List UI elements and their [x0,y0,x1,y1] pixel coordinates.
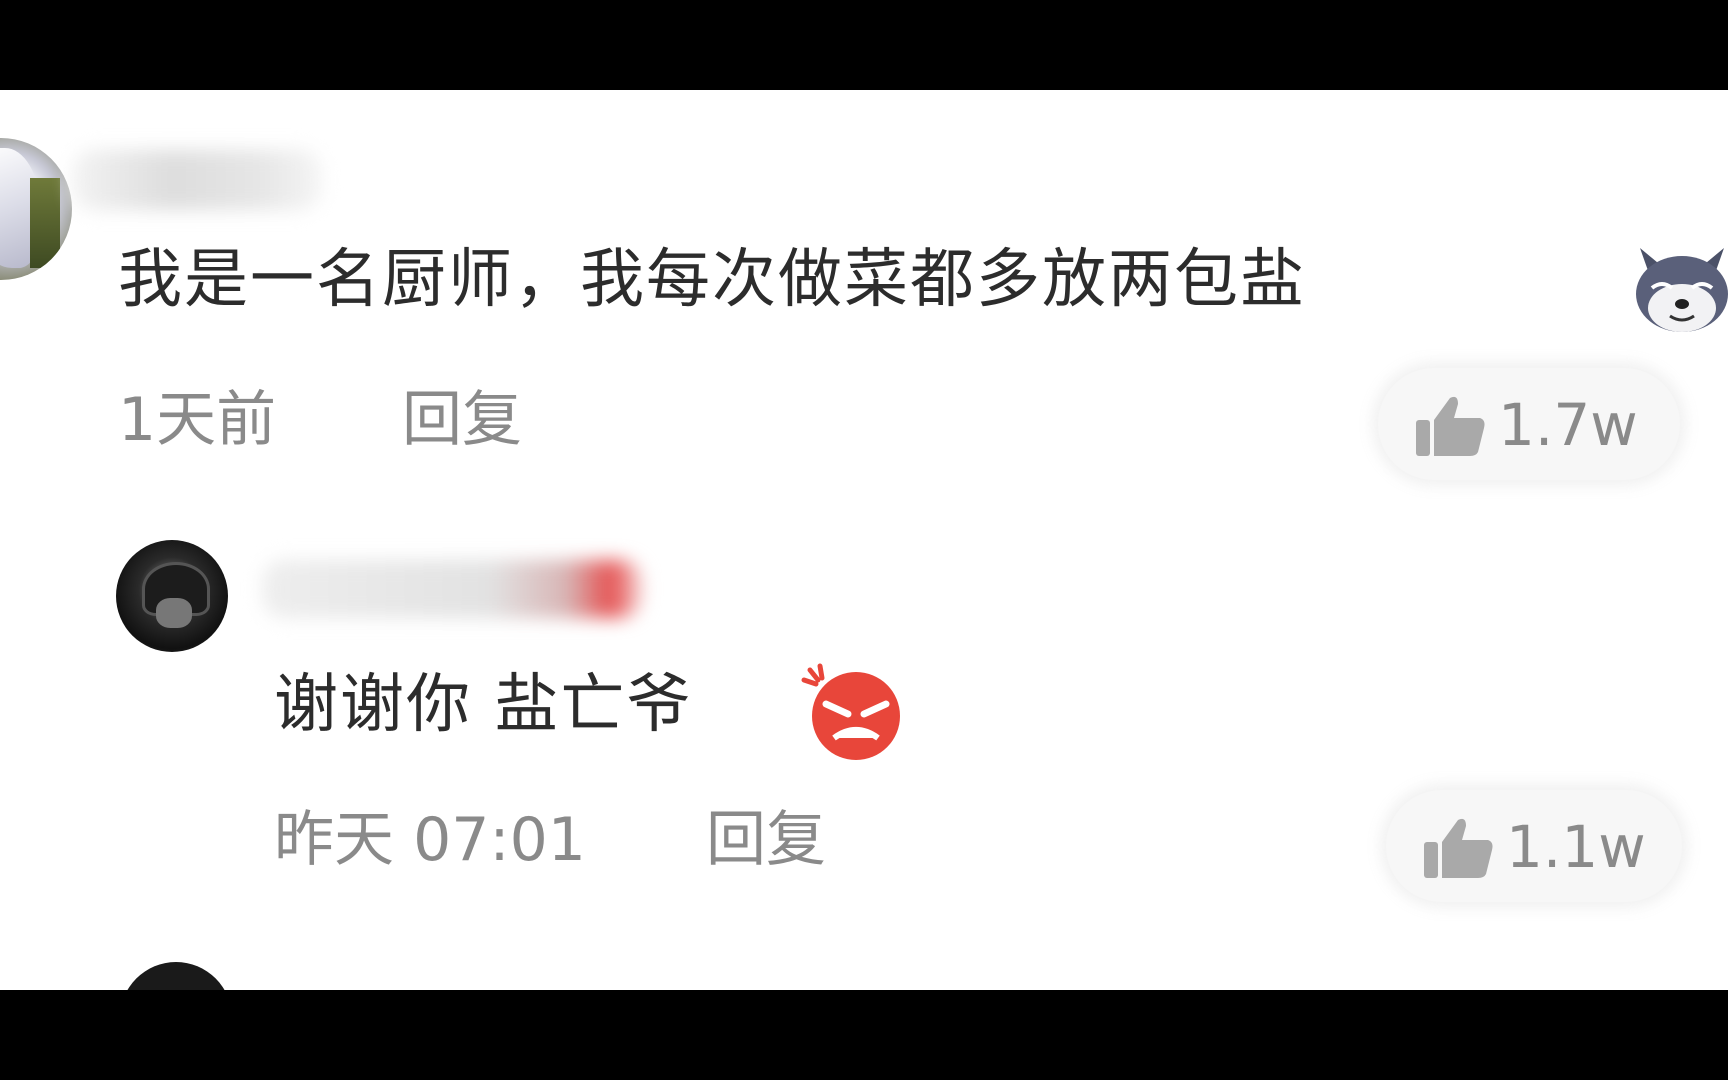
replier-avatar[interactable] [116,540,228,652]
thumbs-up-icon [1416,396,1485,456]
like-button[interactable]: 1.7w [1378,368,1680,480]
husky-dog-emoji [1636,248,1728,332]
commenter-username-blurred[interactable] [72,150,322,210]
commenter-avatar[interactable] [0,138,72,280]
reply-text: 谢谢你 盐亡爷 [274,673,692,737]
angry-face-emoji [801,663,900,760]
comment-timestamp: 1天前 [118,385,277,455]
comment-text: 我是一名厨师，我每次做菜都多放两包盐 [118,248,1306,312]
comment-section: 我是一名厨师，我每次做菜都多放两包盐 1天前 回复 1.7w 谢谢你 盐亡爷 昨… [0,90,1728,990]
reply-button[interactable]: 回复 [706,810,826,870]
reply-body: 谢谢你 盐亡爷 [274,668,693,742]
reply-timestamp: 昨天 07:01 [274,805,586,875]
comment-body: 我是一名厨师，我每次做菜都多放两包盐 [118,243,1306,317]
next-commenter-avatar[interactable] [120,962,232,990]
thumbs-up-icon [1424,818,1493,878]
replier-username-blurred[interactable] [262,560,642,618]
like-count: 1.1w [1506,813,1646,881]
like-count: 1.7w [1498,391,1638,459]
like-button[interactable]: 1.1w [1386,790,1682,902]
reply-button[interactable]: 回复 [402,390,522,450]
video-frame: 我是一名厨师，我每次做菜都多放两包盐 1天前 回复 1.7w 谢谢你 盐亡爷 昨… [0,0,1728,1080]
